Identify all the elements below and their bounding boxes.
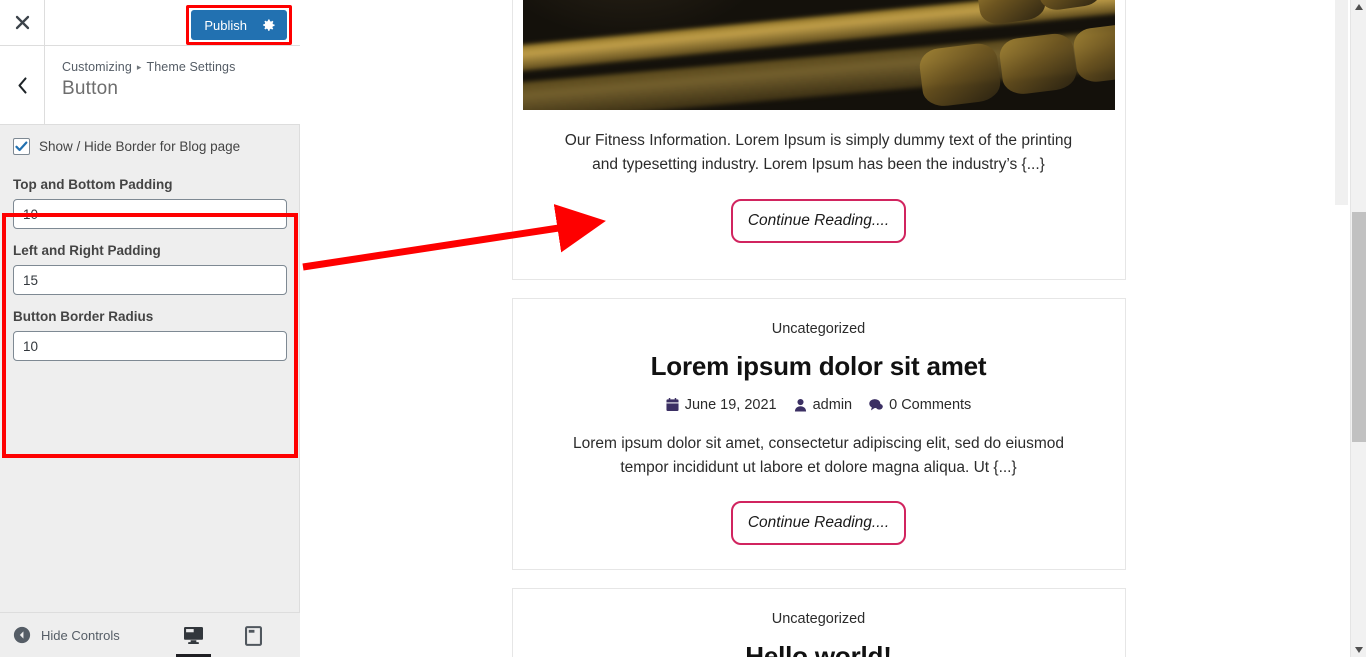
post-excerpt: Our Fitness Information. Lorem Ipsum is …: [564, 132, 1073, 173]
field-button-border-radius: Button Border Radius: [13, 309, 287, 361]
field-label-left-right-padding: Left and Right Padding: [13, 243, 161, 258]
back-button[interactable]: [0, 46, 45, 124]
breadcrumb-parent[interactable]: Theme Settings: [147, 60, 236, 74]
scroll-up-arrow-icon[interactable]: [1355, 4, 1363, 10]
comment-icon: [869, 399, 883, 411]
post-author-label: admin: [812, 397, 853, 413]
post-comments: 0 Comments: [869, 397, 971, 413]
window-scrollbar[interactable]: [1350, 0, 1366, 657]
publish-highlight-box: Publish: [186, 5, 292, 45]
post-comments-label: 0 Comments: [889, 397, 972, 413]
breadcrumb-bar: Customizing ▸ Theme Settings Button: [0, 46, 300, 125]
post-card: Uncategorized Hello world! June 17, 2021: [511, 588, 1126, 657]
preview-scrollbar-thumb[interactable]: [1335, 0, 1348, 205]
chevron-left-icon: [17, 76, 27, 94]
preview-content: 24 24 26 Our Fitness Inform: [301, 0, 1336, 657]
field-label-top-bottom-padding: Top and Bottom Padding: [13, 177, 173, 192]
desktop-icon: [184, 626, 203, 645]
user-icon: [794, 398, 806, 412]
field-left-right-padding: Left and Right Padding: [13, 243, 287, 295]
post-title[interactable]: Hello world!: [513, 641, 1125, 657]
left-right-padding-input[interactable]: [13, 265, 287, 295]
hide-controls-label: Hide Controls: [41, 627, 120, 643]
continue-reading-button[interactable]: Continue Reading....: [730, 501, 907, 545]
device-tablet-button[interactable]: [236, 614, 271, 657]
scroll-down-arrow-icon[interactable]: [1355, 647, 1363, 653]
hide-controls-button[interactable]: Hide Controls: [13, 626, 120, 644]
post-category[interactable]: Uncategorized: [513, 611, 1125, 627]
post-card: 24 24 26 Our Fitness Inform: [511, 0, 1126, 280]
customizer-header: Publish: [0, 0, 300, 46]
continue-reading-button[interactable]: Continue Reading....: [730, 199, 907, 243]
post-card: Uncategorized Lorem ipsum dolor sit amet…: [511, 298, 1126, 570]
preview-scrollbar[interactable]: [1334, 0, 1349, 657]
checkmark-icon: [15, 141, 28, 152]
close-icon: [15, 15, 29, 30]
show-hide-border-checkbox-row[interactable]: Show / Hide Border for Blog page: [0, 126, 300, 165]
button-border-radius-input[interactable]: [13, 331, 287, 361]
calendar-icon: [666, 398, 679, 412]
breadcrumb: Customizing ▸ Theme Settings Button: [62, 60, 235, 100]
chevron-left-circle-icon: [13, 626, 31, 644]
post-meta: June 19, 2021 admin 0 Comments: [513, 397, 1125, 413]
field-label-button-border-radius: Button Border Radius: [13, 309, 154, 324]
post-category[interactable]: Uncategorized: [513, 321, 1125, 337]
tablet-icon: [245, 625, 262, 646]
page-title: Button: [62, 78, 119, 99]
featured-image: 24 24 26: [522, 0, 1115, 110]
post-title[interactable]: Lorem ipsum dolor sit amet: [513, 351, 1125, 382]
publish-button[interactable]: Publish: [191, 10, 287, 40]
breadcrumb-root[interactable]: Customizing: [62, 60, 132, 74]
post-author: admin: [794, 397, 853, 413]
window-scrollbar-thumb[interactable]: [1352, 212, 1366, 442]
device-desktop-button[interactable]: [176, 614, 211, 657]
gear-icon[interactable]: [261, 18, 276, 33]
site-preview: 24 24 26 Our Fitness Inform: [301, 0, 1351, 657]
customizer-footer: Hide Controls: [0, 612, 319, 657]
post-date: June 19, 2021: [666, 397, 777, 413]
publish-button-label: Publish: [204, 17, 247, 33]
customizer-controls: Show / Hide Border for Blog page Top and…: [0, 126, 300, 458]
close-customizer-button[interactable]: [0, 0, 45, 45]
show-hide-border-label: Show / Hide Border for Blog page: [39, 139, 241, 154]
padding-fields-group: Top and Bottom Padding Left and Right Pa…: [0, 165, 300, 458]
post-excerpt: Lorem ipsum dolor sit amet, consectetur …: [572, 435, 1065, 476]
post-date-label: June 19, 2021: [684, 397, 777, 413]
customizer-sidebar: Publish Customizing ▸ Theme Settings But…: [0, 0, 319, 657]
top-bottom-padding-input[interactable]: [13, 199, 287, 229]
breadcrumb-separator-icon: ▸: [136, 61, 142, 72]
show-hide-border-checkbox[interactable]: [13, 138, 30, 155]
screen: Publish Customizing ▸ Theme Settings But…: [0, 0, 1366, 657]
field-top-bottom-padding: Top and Bottom Padding: [13, 177, 287, 229]
